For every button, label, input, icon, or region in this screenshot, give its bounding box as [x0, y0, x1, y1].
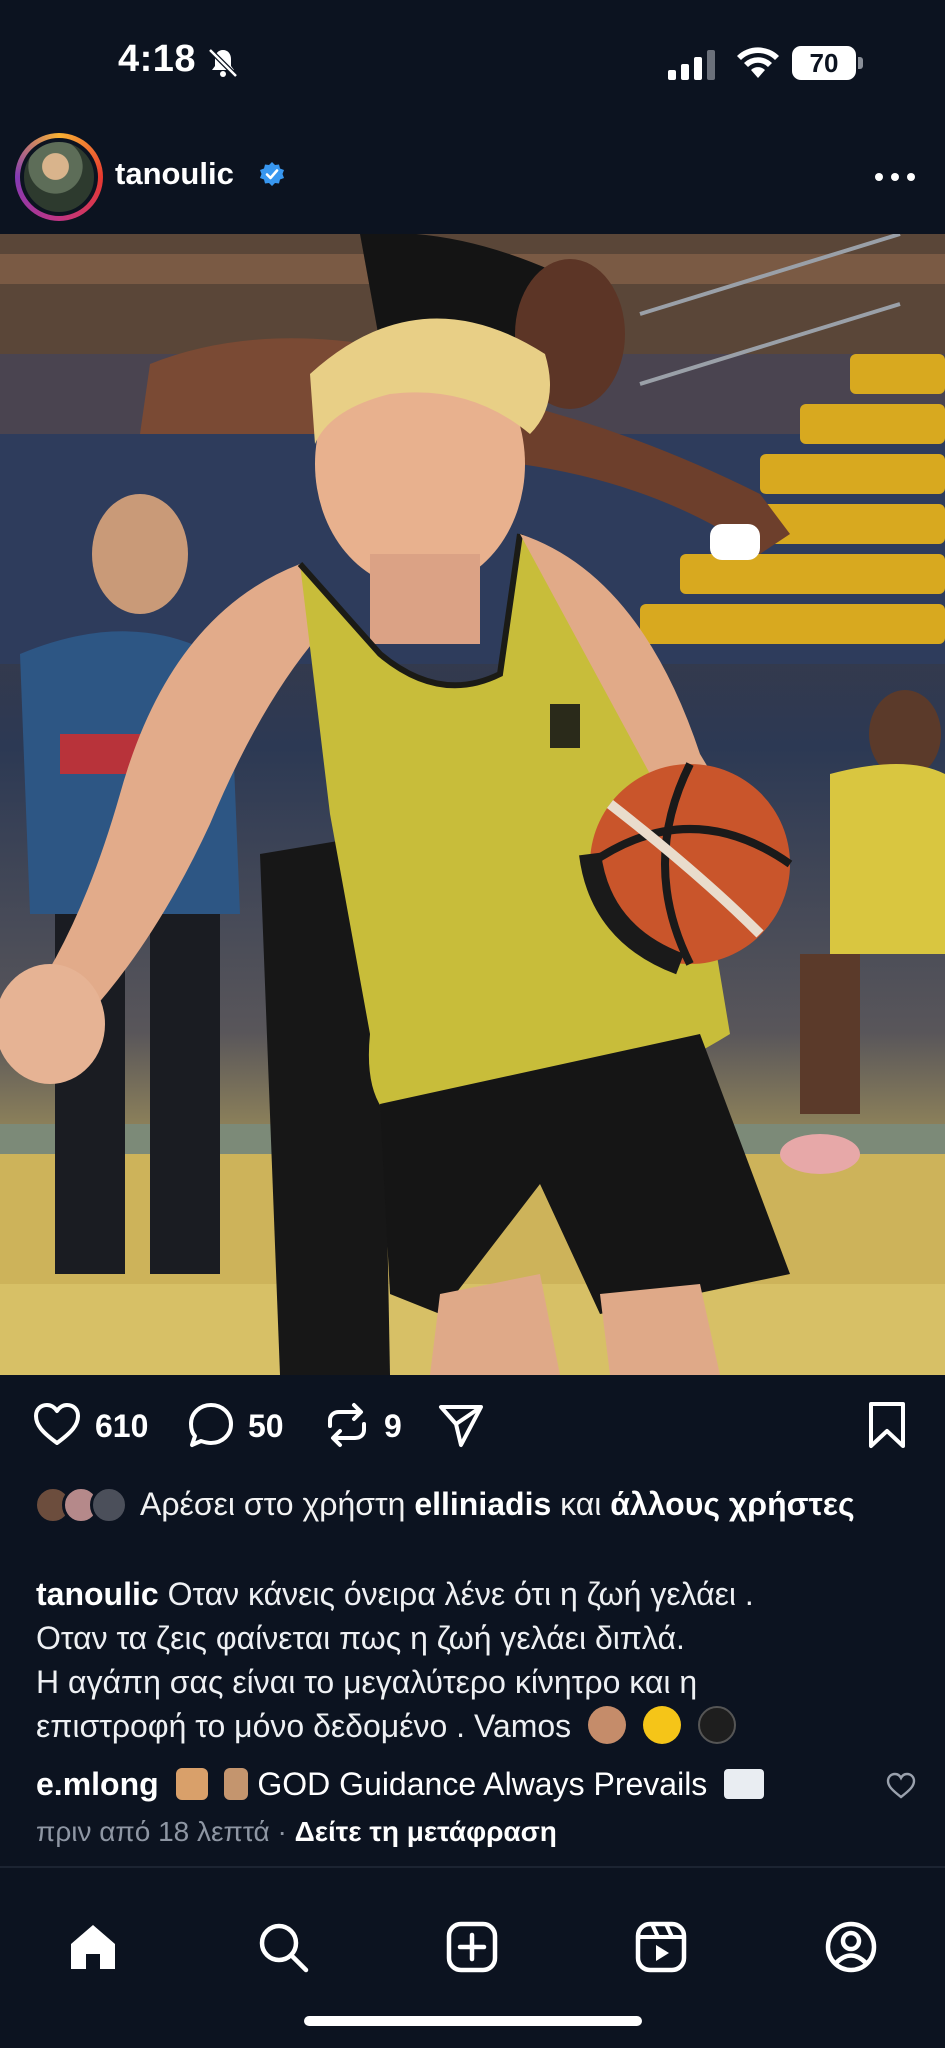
comment-username[interactable]: e.mlong	[36, 1766, 159, 1802]
liker-avatars	[34, 1486, 134, 1526]
instagram-post-screen: 4:18 70 tanoulic 610 50 9 Αρέσει στο χρή…	[0, 0, 945, 2048]
caption-line-4: επιστροφή το μόνο δεδομένο . Vamos	[36, 1708, 572, 1744]
yellow-heart-emoji-icon	[642, 1706, 681, 1744]
meta-separator: ·	[277, 1816, 287, 1847]
caption-line-2: Οταν τα ζεις φαίνεται πως η ζωή γελάει δ…	[36, 1620, 685, 1656]
raised-fist-emoji-icon	[588, 1706, 627, 1744]
see-translation-link[interactable]: Δείτε τη μετάφραση	[295, 1816, 557, 1847]
bell-off-icon	[208, 48, 238, 78]
caption-line-3: Η αγάπη σας είναι το μεγαλύτερο κίνητρο …	[36, 1664, 698, 1700]
kneeling-person-emoji-icon	[224, 1768, 249, 1800]
battery-level: 70	[792, 46, 856, 80]
liked-by-user[interactable]: elliniadis	[414, 1486, 551, 1522]
liker-avatar	[90, 1486, 128, 1524]
caption-line-1: Οταν κάνεις όνειρα λένε ότι η ζωή γελάει…	[167, 1576, 754, 1612]
basketball-player-photo	[0, 234, 945, 1375]
liked-by-text[interactable]: Αρέσει στο χρήστη elliniadis και άλλους …	[140, 1482, 880, 1526]
praying-hands-emoji-icon	[175, 1768, 208, 1800]
cellular-signal-icon	[668, 50, 715, 80]
comment-text: GOD Guidance Always Prevails	[257, 1766, 708, 1802]
liked-by-others[interactable]: άλλους χρήστες	[610, 1486, 854, 1522]
home-icon[interactable]	[66, 1920, 120, 1974]
post-actions: 610 50 9	[0, 1376, 945, 1486]
post-meta: πριν από 18 λεπτά · Δείτε τη μετάφραση	[36, 1816, 557, 1848]
home-indicator[interactable]	[304, 2016, 642, 2026]
status-bar: 4:18 70	[0, 0, 945, 125]
comment-count[interactable]: 50	[248, 1408, 284, 1445]
post-header: tanoulic	[0, 128, 945, 232]
open-book-emoji-icon	[724, 1769, 765, 1799]
post-caption: tanoulic Οταν κάνεις όνειρα λένε ότι η ζ…	[36, 1572, 906, 1748]
repost-icon[interactable]	[322, 1400, 372, 1450]
avatar[interactable]	[20, 138, 98, 216]
save-bookmark-icon[interactable]	[862, 1400, 912, 1450]
comment-like-heart-icon[interactable]	[886, 1772, 916, 1800]
comment-row: e.mlong GOD Guidance Always Prevails	[36, 1762, 886, 1806]
post-username[interactable]: tanoulic	[115, 156, 234, 192]
share-send-icon[interactable]	[436, 1400, 486, 1450]
post-time: πριν από 18 λεπτά	[36, 1816, 270, 1847]
create-icon[interactable]	[445, 1920, 499, 1974]
post-photo[interactable]	[0, 234, 945, 1375]
battery-icon: 70	[792, 46, 863, 80]
status-time: 4:18	[118, 38, 197, 80]
caption-username[interactable]: tanoulic	[36, 1576, 159, 1612]
story-ring[interactable]	[15, 133, 103, 221]
comment-icon[interactable]	[186, 1400, 236, 1450]
like-count[interactable]: 610	[95, 1408, 148, 1445]
profile-icon[interactable]	[824, 1920, 878, 1974]
more-options-icon[interactable]	[870, 166, 920, 188]
verified-badge-icon	[260, 162, 284, 186]
black-heart-emoji-icon	[697, 1706, 736, 1744]
repost-count[interactable]: 9	[384, 1408, 402, 1445]
search-icon[interactable]	[256, 1920, 310, 1974]
wifi-icon	[737, 47, 779, 78]
reels-icon[interactable]	[634, 1920, 688, 1974]
like-heart-icon[interactable]	[32, 1400, 82, 1450]
